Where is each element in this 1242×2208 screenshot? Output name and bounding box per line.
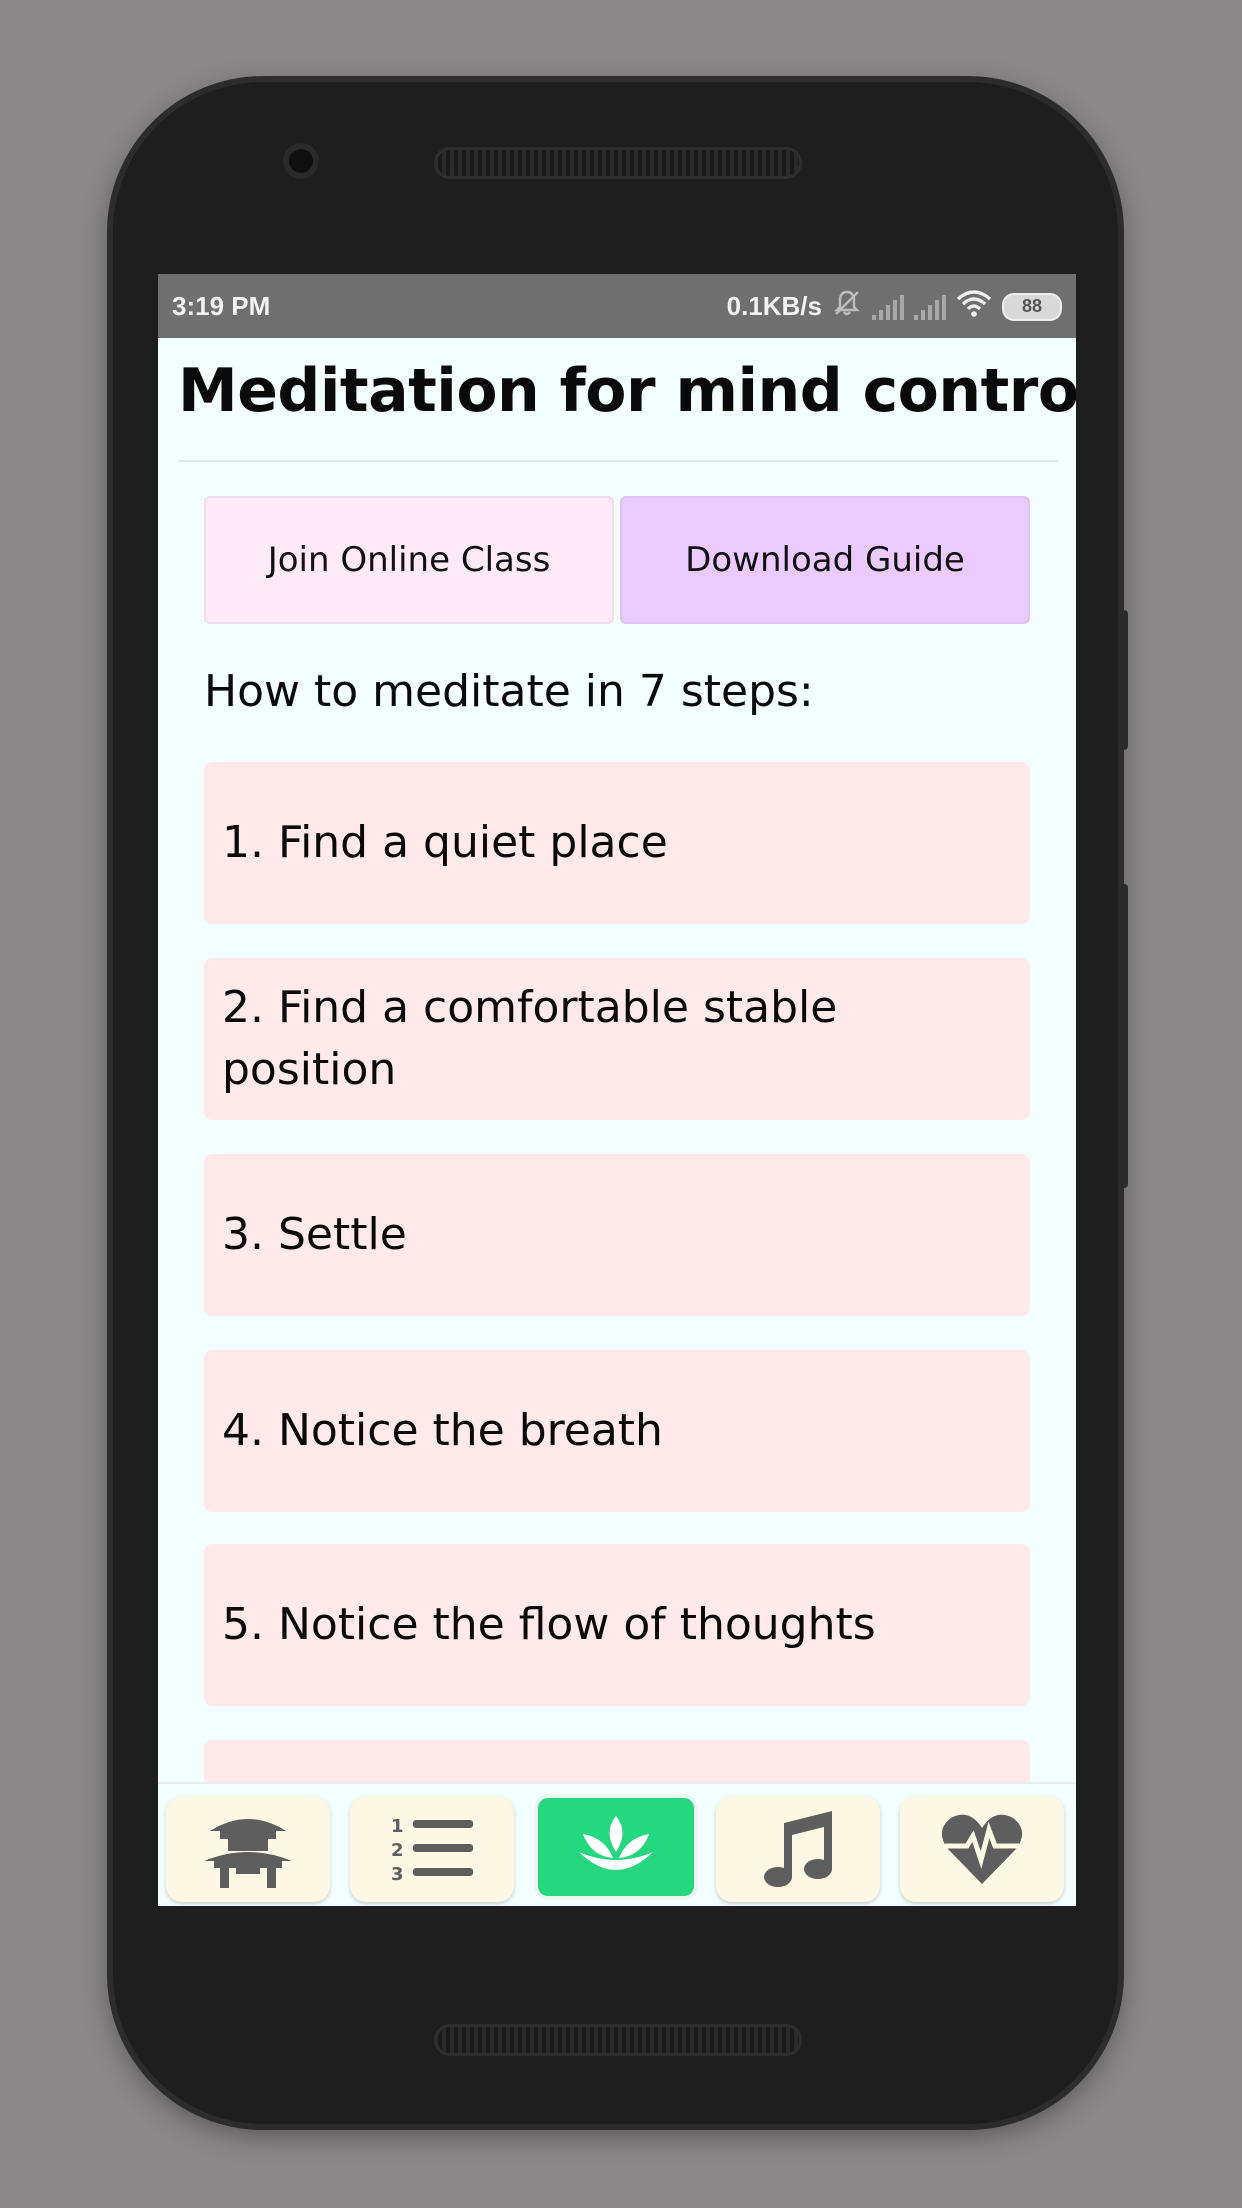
step-label: 1. Find a quiet place	[222, 817, 668, 868]
steps-heading: How to meditate in 7 steps:	[204, 666, 814, 717]
svg-text:2: 2	[391, 1840, 404, 1861]
download-guide-button[interactable]: Download Guide	[620, 496, 1030, 624]
heartbeat-icon	[941, 1814, 1023, 1884]
join-online-class-button[interactable]: Join Online Class	[204, 496, 614, 624]
step-card[interactable]: 3. Settle	[204, 1154, 1030, 1316]
signal-1-icon	[872, 294, 904, 320]
front-camera	[283, 143, 319, 179]
mute-bell-icon	[832, 288, 862, 325]
svg-text:1: 1	[391, 1816, 404, 1837]
app-screen: 3:19 PM 0.1KB/s 88 Meditation for mind c…	[158, 274, 1076, 1906]
network-speed: 0.1KB/s	[726, 291, 822, 321]
step-label: 3. Settle	[222, 1209, 407, 1260]
bottom-navigation: 1 2 3	[158, 1782, 1076, 1906]
status-time: 3:19 PM	[172, 291, 271, 321]
step-card[interactable]: 5. Notice the flow of thoughts	[204, 1544, 1030, 1706]
title-divider	[178, 460, 1058, 462]
step-label: 2. Find a comfortable stable position	[222, 982, 838, 1095]
signal-2-icon	[914, 294, 946, 320]
pagoda-icon	[204, 1819, 292, 1888]
status-indicators: 0.1KB/s 88	[727, 288, 1062, 325]
svg-text:3: 3	[391, 1864, 404, 1885]
step-label: 5. Notice the flow of thoughts	[222, 1599, 876, 1650]
step-card[interactable]: 2. Find a comfortable stable position	[204, 958, 1030, 1120]
nav-home-button[interactable]	[166, 1796, 330, 1902]
top-speaker	[434, 147, 802, 179]
step-card[interactable]: 4. Notice the breath	[204, 1350, 1030, 1512]
numbered-list-icon: 1 2 3	[391, 1816, 473, 1885]
step-card[interactable]: 1. Find a quiet place	[204, 762, 1030, 924]
bottom-speaker	[434, 2024, 802, 2056]
nav-meditate-button[interactable]	[538, 1798, 694, 1896]
volume-button	[1118, 610, 1128, 750]
music-note-icon	[764, 1811, 832, 1887]
lotus-icon	[579, 1816, 653, 1870]
power-button	[1118, 884, 1128, 1188]
nav-music-button[interactable]	[716, 1796, 880, 1902]
nav-health-button[interactable]	[900, 1796, 1064, 1902]
status-bar: 3:19 PM 0.1KB/s 88	[158, 274, 1076, 338]
page-title: Meditation for mind control	[178, 356, 1076, 426]
nav-list-button[interactable]: 1 2 3	[350, 1796, 514, 1902]
battery-icon: 88	[1002, 292, 1062, 321]
step-label: 4. Notice the breath	[222, 1405, 663, 1456]
wifi-icon	[956, 289, 992, 324]
